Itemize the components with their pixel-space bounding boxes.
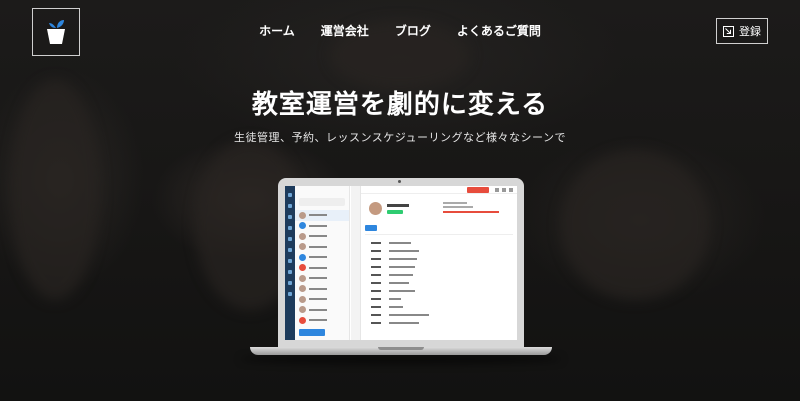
laptop-shadow	[240, 354, 562, 364]
app-detail-panel	[365, 198, 513, 340]
laptop-camera	[398, 180, 401, 183]
app-screenshot	[285, 186, 517, 340]
register-label: 登録	[739, 25, 761, 38]
register-button[interactable]: 登録	[716, 18, 768, 44]
hero-headline: 教室運営を劇的に変える	[251, 90, 549, 120]
hero-subline: 生徒管理、予約、レッスンスケジューリングなど様々なシーンで	[234, 131, 566, 144]
nav-company[interactable]: 運営会社	[321, 22, 369, 40]
app-sidebar-rail	[285, 186, 295, 340]
nav-faq[interactable]: よくあるご質問	[457, 22, 541, 40]
laptop-mockup	[278, 178, 524, 348]
main-nav: ホーム 運営会社 ブログ よくあるご質問	[0, 22, 800, 40]
laptop-notch	[378, 347, 424, 350]
register-arrow-icon	[723, 25, 734, 37]
nav-blog[interactable]: ブログ	[395, 22, 431, 40]
nav-home[interactable]: ホーム	[259, 22, 295, 40]
app-divider-panel	[351, 186, 361, 340]
app-student-list	[295, 186, 350, 340]
app-topbar	[361, 186, 517, 194]
